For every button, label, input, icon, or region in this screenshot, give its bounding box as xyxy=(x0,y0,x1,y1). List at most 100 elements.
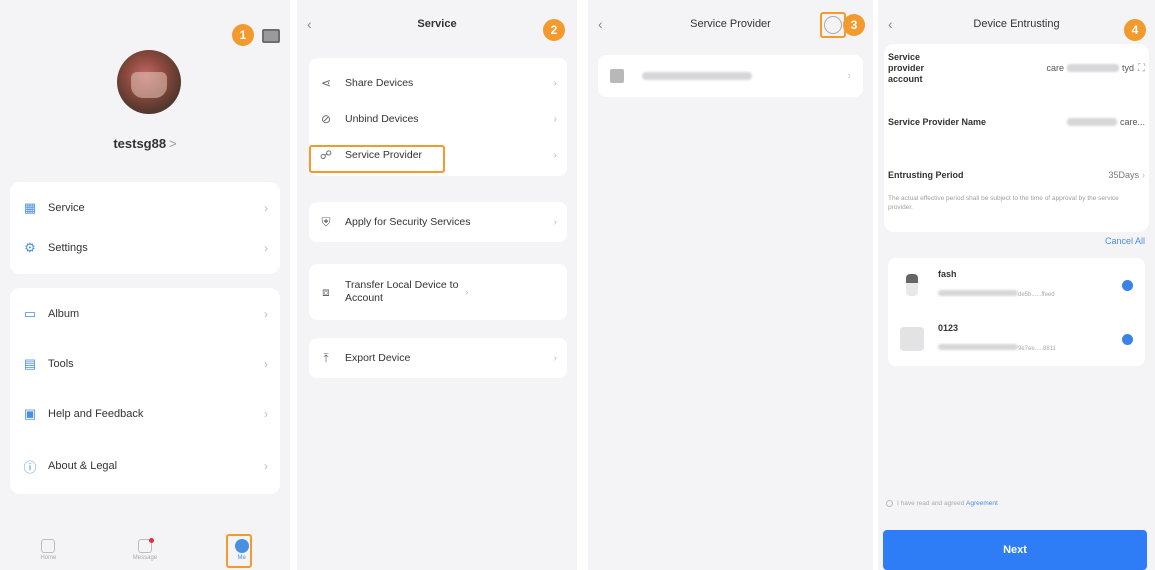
chevron-right-icon: › xyxy=(264,307,268,321)
service-item-label: Apply for Security Services xyxy=(345,215,471,228)
menu-item-settings[interactable]: ⚙ Settings › xyxy=(10,228,280,268)
selected-check-icon[interactable] xyxy=(1122,333,1133,345)
menu-item-tools[interactable]: ▤ Tools › xyxy=(10,344,280,384)
back-icon[interactable]: ‹ xyxy=(598,16,603,32)
username[interactable]: testsg88 > xyxy=(0,136,290,151)
tools-icon: ▤ xyxy=(23,356,37,371)
chevron-right-icon: › xyxy=(264,407,268,421)
chevron-right-icon: › xyxy=(553,352,558,364)
service-screen: ‹ Service 2 ⋖ Share Devices › ⊘ Unbind D… xyxy=(297,0,577,570)
help-icon: ▣ xyxy=(23,406,37,421)
provider-name-redacted xyxy=(642,72,752,80)
highlight-me-tab xyxy=(226,534,252,568)
album-icon: ▭ xyxy=(23,306,37,321)
camera-device-icon xyxy=(906,274,918,296)
transfer-icon: ⧈ xyxy=(322,284,330,299)
service-item-apply-security[interactable]: ⛨ Apply for Security Services › xyxy=(309,202,567,242)
unbind-icon: ⊘ xyxy=(320,112,332,126)
menu-item-label: Help and Feedback xyxy=(48,408,144,420)
cancel-all-link[interactable]: Cancel All xyxy=(1105,236,1145,246)
tab-label: Home xyxy=(40,555,57,561)
step-badge-1: 1 xyxy=(232,24,254,46)
account-redacted xyxy=(1066,64,1119,72)
tab-home[interactable]: Home xyxy=(28,539,68,561)
menu-item-label: Album xyxy=(48,308,80,320)
name-redacted xyxy=(1066,118,1117,126)
message-icon xyxy=(137,538,154,553)
service-item-transfer-local-device[interactable]: ⧈ Transfer Local Device to Account › xyxy=(309,264,567,320)
header: ‹ Device Entrusting xyxy=(878,12,1155,36)
menu-item-label: Settings xyxy=(48,242,88,254)
chevron-right-icon: › xyxy=(553,77,558,89)
device-item[interactable]: fash de5b......ffeed xyxy=(888,258,1145,312)
back-icon[interactable]: ‹ xyxy=(888,16,893,32)
highlight-service-provider xyxy=(309,145,445,173)
menu-item-service[interactable]: ▦ Service › xyxy=(10,188,280,228)
chevron-right-icon: › xyxy=(264,357,268,371)
agreement-link[interactable]: Agreement xyxy=(966,500,998,507)
settings-icon: ⚙ xyxy=(24,240,36,255)
chevron-right-icon: › xyxy=(264,201,268,215)
device-id-redacted xyxy=(938,290,1018,296)
step-badge-4: 4 xyxy=(1124,19,1146,41)
menu-item-label: Tools xyxy=(48,358,74,370)
service-item-label: Transfer Local Device to Account xyxy=(345,279,459,304)
account-field: Service provider account care tyd ⛶ xyxy=(888,51,1145,84)
me-screen: 1 testsg88 > ▦ Service › ⚙ Settings › ▭ A… xyxy=(0,0,290,570)
device-item[interactable]: 0123 9e7ee.....8811 xyxy=(888,312,1145,366)
back-icon[interactable]: ‹ xyxy=(307,16,312,32)
service-item-share-devices[interactable]: ⋖ Share Devices › xyxy=(309,66,567,100)
menu-item-help[interactable]: ▣ Help and Feedback › xyxy=(10,394,280,434)
provider-name-field: Service Provider Name care... xyxy=(888,112,1145,132)
agree-text: I have read and agreed xyxy=(897,500,965,507)
agreement-row[interactable]: I have read and agreed Agreement xyxy=(886,500,998,507)
selected-check-icon[interactable] xyxy=(1122,279,1133,291)
service-provider-screen: ‹ Service Provider 3 › xyxy=(588,0,873,570)
header: ‹ Service xyxy=(297,12,577,36)
scan-icon[interactable] xyxy=(262,29,280,43)
service-item-export-device[interactable]: ⤒ Export Device › xyxy=(309,338,567,378)
page-title: Service xyxy=(417,18,457,30)
chevron-right-icon: › xyxy=(264,241,268,255)
about-icon: ⓘ xyxy=(23,459,37,475)
page-title: Device Entrusting xyxy=(973,18,1060,30)
avatar[interactable] xyxy=(117,50,181,114)
tab-message[interactable]: Message xyxy=(125,538,165,561)
device-list: fash de5b......ffeed 0123 9e7ee.....8811 xyxy=(888,258,1145,366)
field-label: Service Provider Name xyxy=(888,116,987,127)
device-id: 9e7ee.....8811 xyxy=(1018,346,1056,352)
field-label: Entrusting Period xyxy=(888,169,964,180)
menu-item-album[interactable]: ▭ Album › xyxy=(10,294,280,334)
security-icon: ⛨ xyxy=(321,214,331,229)
menu-item-label: About & Legal xyxy=(48,460,118,472)
device-id-redacted xyxy=(938,344,1018,350)
unread-badge xyxy=(148,538,154,543)
account-value: care xyxy=(1046,63,1064,73)
device-id: de5b......ffeed xyxy=(1018,292,1055,298)
service-item-label: Share Devices xyxy=(345,76,414,89)
account-suffix: tyd xyxy=(1121,63,1134,73)
service-item-label: Export Device xyxy=(345,351,411,364)
menu-item-about[interactable]: ⓘ About & Legal › xyxy=(10,446,280,486)
scan-icon[interactable]: ⛶ xyxy=(1138,63,1145,74)
field-label: Service provider account xyxy=(888,51,925,84)
menu-group-general: ▭ Album › ▤ Tools › ▣ Help and Feedback … xyxy=(10,288,280,494)
agree-checkbox[interactable] xyxy=(886,500,893,507)
chevron-right-icon: › xyxy=(553,149,558,161)
username-text: testsg88 xyxy=(113,136,167,151)
page-title: Service Provider xyxy=(690,18,771,30)
chevron-right-icon: › xyxy=(465,286,469,298)
hub-device-icon xyxy=(900,327,924,351)
building-icon xyxy=(610,69,624,83)
chevron-right-icon: › xyxy=(847,70,851,82)
provider-name-value: care... xyxy=(1119,117,1145,127)
service-item-unbind-devices[interactable]: ⊘ Unbind Devices › xyxy=(309,102,567,136)
device-name: 0123 xyxy=(938,323,959,333)
entrusting-period-field[interactable]: Entrusting Period 35Days › xyxy=(888,166,1145,184)
service-icon: ▦ xyxy=(23,200,37,215)
provider-list-item[interactable]: › xyxy=(598,55,863,97)
next-button[interactable]: Next xyxy=(883,530,1147,570)
share-icon: ⋖ xyxy=(320,76,332,90)
chevron-right-icon: > xyxy=(169,136,177,151)
chevron-right-icon: › xyxy=(553,216,558,228)
